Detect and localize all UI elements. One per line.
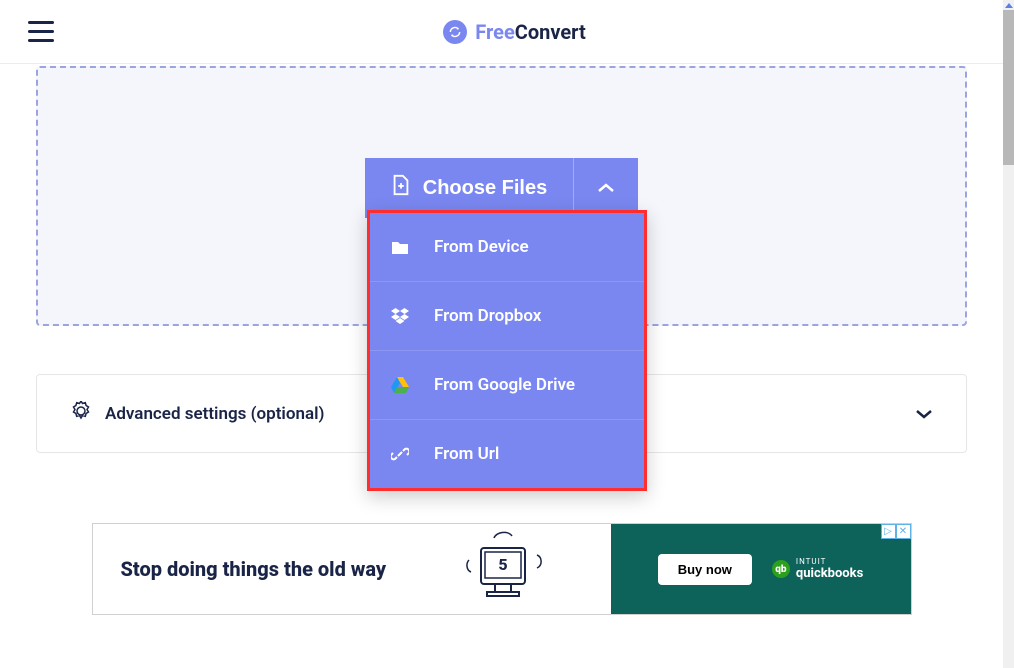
source-label: From Google Drive	[434, 375, 575, 395]
source-label: From Dropbox	[434, 306, 541, 326]
scrollbar-thumb[interactable]	[1003, 10, 1014, 165]
chevron-down-icon	[916, 404, 932, 423]
ad-illustration: 5	[403, 524, 611, 614]
source-from-url[interactable]: From Url	[370, 420, 644, 488]
link-icon	[390, 444, 410, 464]
chevron-up-icon	[598, 181, 614, 196]
source-label: From Device	[434, 237, 529, 257]
file-source-dropdown: From Device From Dropbox From Google Dri…	[367, 210, 647, 491]
ad-close-icon[interactable]: ✕	[896, 524, 911, 539]
folder-icon	[390, 237, 410, 257]
source-from-google-drive[interactable]: From Google Drive	[370, 351, 644, 420]
vertical-scrollbar[interactable]	[1003, 0, 1014, 668]
advanced-settings-label: Advanced settings (optional)	[105, 404, 324, 424]
ad-cta-area: Buy now qb INTUIT quickbooks	[611, 524, 911, 614]
scroll-up-arrow-icon[interactable]	[1003, 0, 1014, 10]
file-add-icon	[391, 174, 411, 202]
ad-text-area: Stop doing things the old way	[93, 524, 403, 614]
gear-icon	[71, 401, 91, 426]
ad-buy-now-button[interactable]: Buy now	[658, 554, 752, 585]
choose-files-dropdown-toggle[interactable]	[573, 158, 638, 218]
ad-banner[interactable]: Stop doing things the old way 5 Bu	[92, 523, 912, 615]
choose-files-button[interactable]: Choose Files	[365, 158, 573, 218]
dropbox-icon	[390, 306, 410, 326]
site-logo[interactable]: FreeConvert	[54, 20, 975, 44]
ad-monitor-number: 5	[498, 555, 507, 574]
ad-brand: qb INTUIT quickbooks	[772, 557, 863, 581]
convert-circle-icon	[443, 20, 467, 44]
gdrive-icon	[390, 375, 410, 395]
logo-text: FreeConvert	[475, 20, 585, 44]
source-from-device[interactable]: From Device	[370, 213, 644, 282]
adchoices-icon[interactable]: ▷	[881, 524, 896, 539]
source-label: From Url	[434, 444, 499, 464]
quickbooks-icon: qb	[772, 560, 790, 578]
choose-files-label: Choose Files	[423, 177, 547, 200]
site-header: FreeConvert	[0, 0, 1003, 64]
menu-hamburger-icon[interactable]	[28, 21, 54, 42]
ad-headline: Stop doing things the old way	[121, 558, 387, 581]
source-from-dropbox[interactable]: From Dropbox	[370, 282, 644, 351]
